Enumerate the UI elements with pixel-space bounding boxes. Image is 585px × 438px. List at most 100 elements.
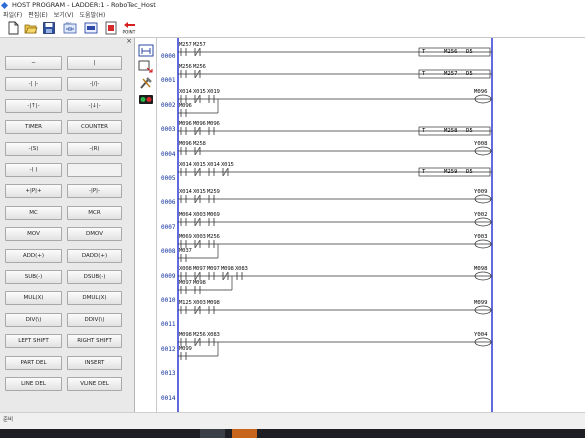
contact-label: X083 (235, 266, 248, 272)
transfer-icon[interactable] (138, 60, 154, 74)
point-icon[interactable]: POINT (122, 21, 138, 35)
palette-button-13-1[interactable]: RIGHT SHIFT (67, 334, 122, 349)
app-icon (2, 2, 9, 9)
palette-button-10-1[interactable]: DSUB(-) (67, 270, 122, 284)
timer-field: T (422, 70, 426, 77)
branch-contact-label: M098 (193, 280, 206, 286)
coil-label: M099 (474, 300, 488, 306)
timer-field: D5 (466, 168, 473, 175)
connect-icon[interactable]: PLC (63, 21, 77, 35)
palette-button-5-0[interactable]: -( ) (5, 163, 62, 177)
contact-label: X003 (193, 212, 206, 218)
timer-field: M256 (444, 48, 458, 55)
palette-button-1-1[interactable]: -|/|- (67, 77, 122, 92)
contact-label: X003 (193, 300, 206, 306)
save-icon[interactable] (42, 21, 56, 35)
contact-label: X014 (179, 162, 192, 168)
palette-button-0-1[interactable]: | (67, 56, 122, 70)
close-icon[interactable]: × (126, 37, 132, 45)
contact-label: M069 (207, 212, 220, 218)
contact-label: M125 (179, 300, 192, 306)
palette-button-14-0[interactable]: PART DEL (5, 355, 62, 370)
coil-label: M098 (474, 266, 488, 272)
title-bar: HOST PROGRAM - LADDER:1 - RoboTec_Host (0, 0, 585, 10)
palette-button-2-1[interactable]: -|↓|- (67, 98, 122, 113)
taskbar-item-active[interactable] (232, 429, 257, 438)
ladder-diagram[interactable] (157, 38, 585, 412)
palette-button-4-1[interactable]: -(R) (67, 141, 122, 156)
palette-button-14-1[interactable]: INSERT (67, 355, 122, 370)
contact-label: M096 (193, 121, 206, 127)
ladder-editor[interactable]: 0000 0001 0002 0003 0004 0005 0006 0007 0008 0009… (157, 38, 585, 412)
contact-label: M096 (207, 121, 220, 127)
contact-label: M258 (193, 141, 206, 147)
tools-icon[interactable] (138, 76, 154, 90)
taskbar-item[interactable] (200, 429, 225, 438)
contact-label: X083 (207, 332, 220, 338)
ladder-view-icon[interactable] (138, 44, 154, 58)
palette-button-3-0[interactable]: TIMER (5, 120, 62, 135)
palette-button-15-1[interactable]: VLINE DEL (67, 377, 122, 391)
timer-field: T (422, 48, 426, 55)
toolbar: PLC POINT (0, 19, 585, 38)
palette-button-13-0[interactable]: LEFT SHIFT (5, 334, 62, 349)
monitor-icon[interactable] (84, 21, 98, 35)
palette-button-4-0[interactable]: -(S) (5, 141, 62, 156)
palette-button-12-1[interactable]: DDIV(\) (67, 312, 122, 327)
palette-button-15-0[interactable]: LINE DEL (5, 377, 62, 391)
print-icon[interactable] (104, 21, 118, 35)
status-bar: 준비 (0, 412, 585, 429)
timer-field: D5 (466, 127, 473, 134)
timer-field: T (422, 168, 426, 175)
branch-contact-label: M037 (179, 248, 192, 254)
timer-field: M258 (444, 127, 458, 134)
new-icon[interactable] (6, 21, 20, 35)
contact-label: M257 (179, 42, 192, 48)
contact-label: M256 (193, 332, 206, 338)
contact-label: M097 (193, 266, 206, 272)
contact-label: M256 (179, 64, 192, 70)
side-tool-column (135, 38, 157, 412)
palette-button-1-0[interactable]: -| |- (5, 77, 62, 92)
contact-label: M096 (179, 141, 192, 147)
palette-button-11-0[interactable]: MUL(X) (5, 291, 62, 306)
palette-button-7-0[interactable]: MC (5, 205, 62, 220)
palette-button-9-1[interactable]: DADD(+) (67, 248, 122, 263)
palette-button-6-1[interactable]: -|P|- (67, 184, 122, 199)
contact-label: M098 (221, 266, 234, 272)
coil-label: Y003 (474, 234, 488, 240)
coil-label: Y004 (474, 332, 488, 338)
palette-button-7-1[interactable]: MCR (67, 205, 122, 220)
timer-field: M259 (444, 168, 458, 175)
menu-help[interactable]: 도움말(H) (80, 10, 106, 19)
contact-label: M098 (179, 332, 192, 338)
palette-button-12-0[interactable]: DIV(\) (5, 312, 62, 327)
palette-button-3-1[interactable]: COUNTER (67, 120, 122, 135)
palette-button-10-0[interactable]: SUB(-) (5, 270, 62, 284)
menu-edit[interactable]: 편집(E) (28, 10, 48, 19)
contact-label: X015 (193, 189, 206, 195)
open-icon[interactable] (24, 21, 38, 35)
contact-label: X014 (207, 162, 220, 168)
palette-button-2-0[interactable]: -|↑|- (5, 98, 62, 113)
timer-field: D5 (466, 48, 473, 55)
contact-label: X003 (193, 234, 206, 240)
compile-icon[interactable] (138, 92, 154, 106)
svg-text:PLC: PLC (66, 21, 72, 25)
palette-button-8-1[interactable]: DMOV (67, 227, 122, 242)
palette-button-9-0[interactable]: ADD(+) (5, 248, 62, 263)
branch-contact-label: M099 (179, 346, 192, 352)
palette-button-8-0[interactable]: MOV (5, 227, 62, 242)
palette-button-5-1[interactable] (67, 163, 122, 177)
menu-file[interactable]: 파일(F) (3, 10, 22, 19)
app-window: HOST PROGRAM - LADDER:1 - RoboTec_Host 파… (0, 0, 585, 438)
palette-button-6-0[interactable]: +|P|+ (5, 184, 62, 199)
instruction-palette: × ─ | -| |- -|/|- -|↑|- -|↓|- TIMER COUNTER -(S)… (0, 37, 135, 412)
timer-field: T (422, 127, 426, 134)
palette-button-11-1[interactable]: DMUL(X) (67, 291, 122, 306)
contact-label: M098 (207, 300, 220, 306)
coil-label: Y008 (474, 141, 488, 147)
menu-view[interactable]: 보기(V) (54, 10, 74, 19)
window-title: HOST PROGRAM - LADDER:1 - RoboTec_Host (12, 1, 156, 9)
palette-button-0-0[interactable]: ─ (5, 56, 62, 70)
